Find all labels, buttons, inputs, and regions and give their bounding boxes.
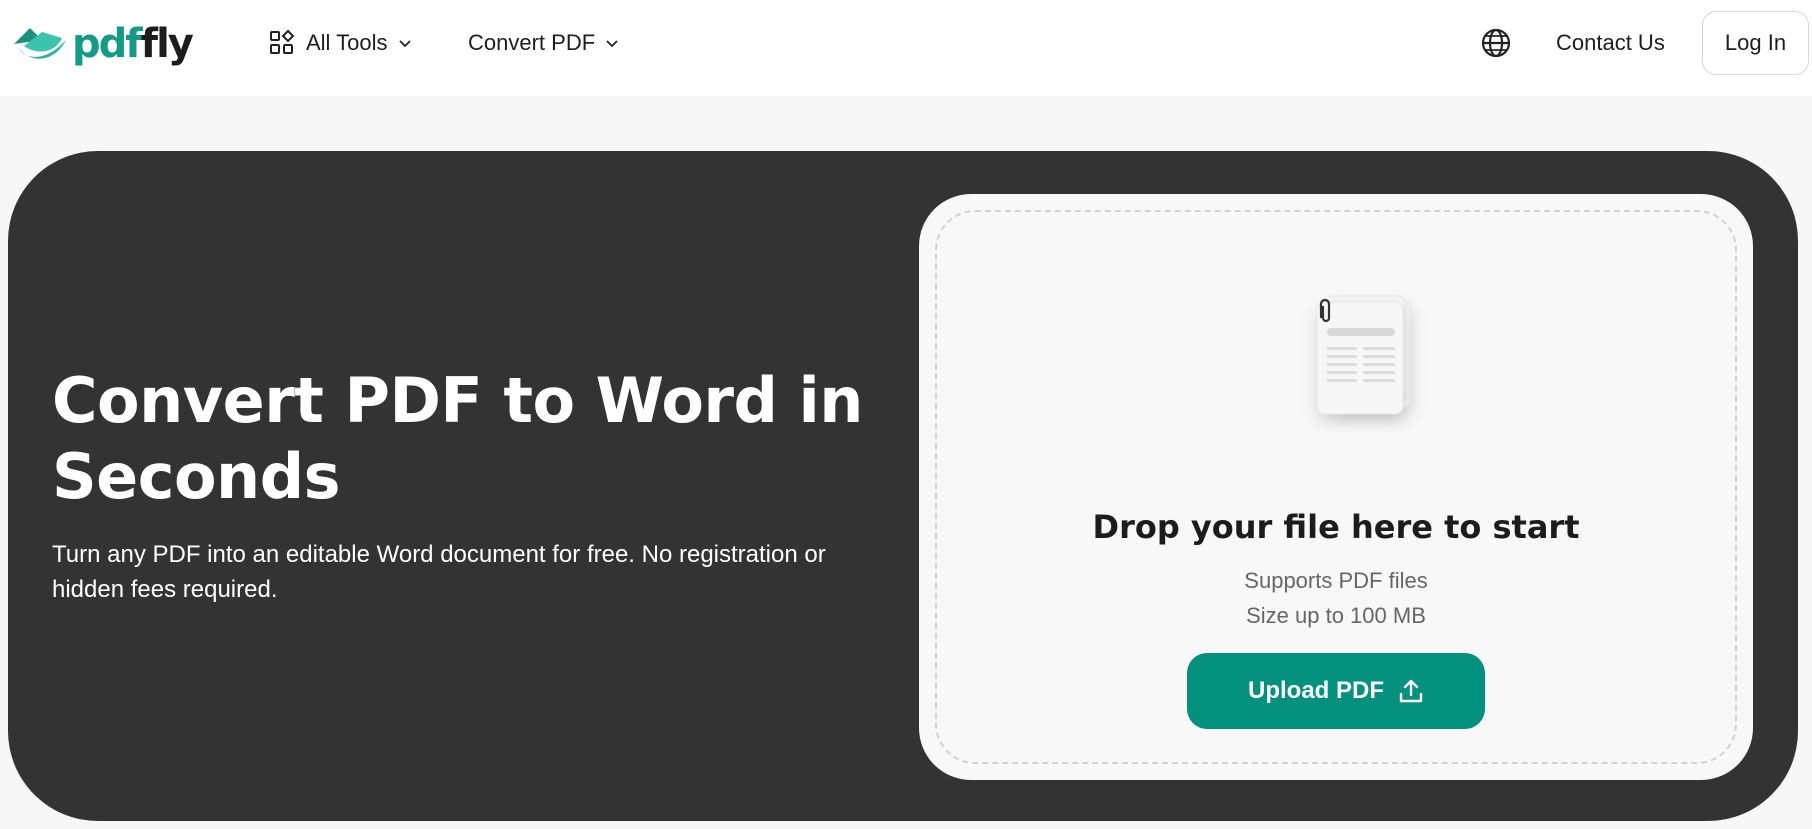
globe-icon (1481, 28, 1511, 58)
convert-pdf-label: Convert PDF (468, 30, 596, 55)
page-title: Convert PDF to Word in Seconds (52, 364, 863, 513)
upload-card: Drop your file here to start Supports PD… (919, 194, 1753, 780)
file-dropzone[interactable]: Drop your file here to start Supports PD… (935, 210, 1737, 764)
upload-pdf-button[interactable]: Upload PDF (1187, 653, 1485, 729)
all-tools-menu[interactable]: All Tools (268, 24, 412, 62)
contact-us-link[interactable]: Contact Us (1556, 26, 1665, 60)
chevron-down-icon (606, 40, 618, 48)
supported-formats-text: Supports PDF files (1244, 568, 1428, 593)
all-tools-label: All Tools (306, 30, 388, 55)
hero-subtitle: Turn any PDF into an editable Word docum… (52, 541, 826, 603)
language-selector[interactable] (1479, 26, 1513, 60)
upload-pdf-label: Upload PDF (1248, 677, 1384, 704)
chevron-down-icon (398, 40, 411, 48)
top-navigation-bar: pdffly All Tools Convert PDF Contact Us … (0, 0, 1812, 96)
convert-pdf-menu[interactable]: Convert PDF (468, 24, 619, 62)
dropzone-title: Drop your file here to start (1092, 508, 1580, 546)
size-limit-text: Size up to 100 MB (1246, 603, 1426, 628)
document-stack-icon (1316, 295, 1412, 415)
pdffly-logo[interactable]: pdffly (12, 20, 194, 68)
grid-icon (270, 29, 295, 54)
log-in-button[interactable]: Log In (1702, 11, 1809, 75)
pdffly-logo-icon (14, 28, 66, 59)
upload-icon (1399, 679, 1423, 703)
hero-section: Convert PDF to Word in Seconds Turn any … (8, 151, 1798, 821)
logo-wordmark: pdffly (72, 21, 194, 67)
